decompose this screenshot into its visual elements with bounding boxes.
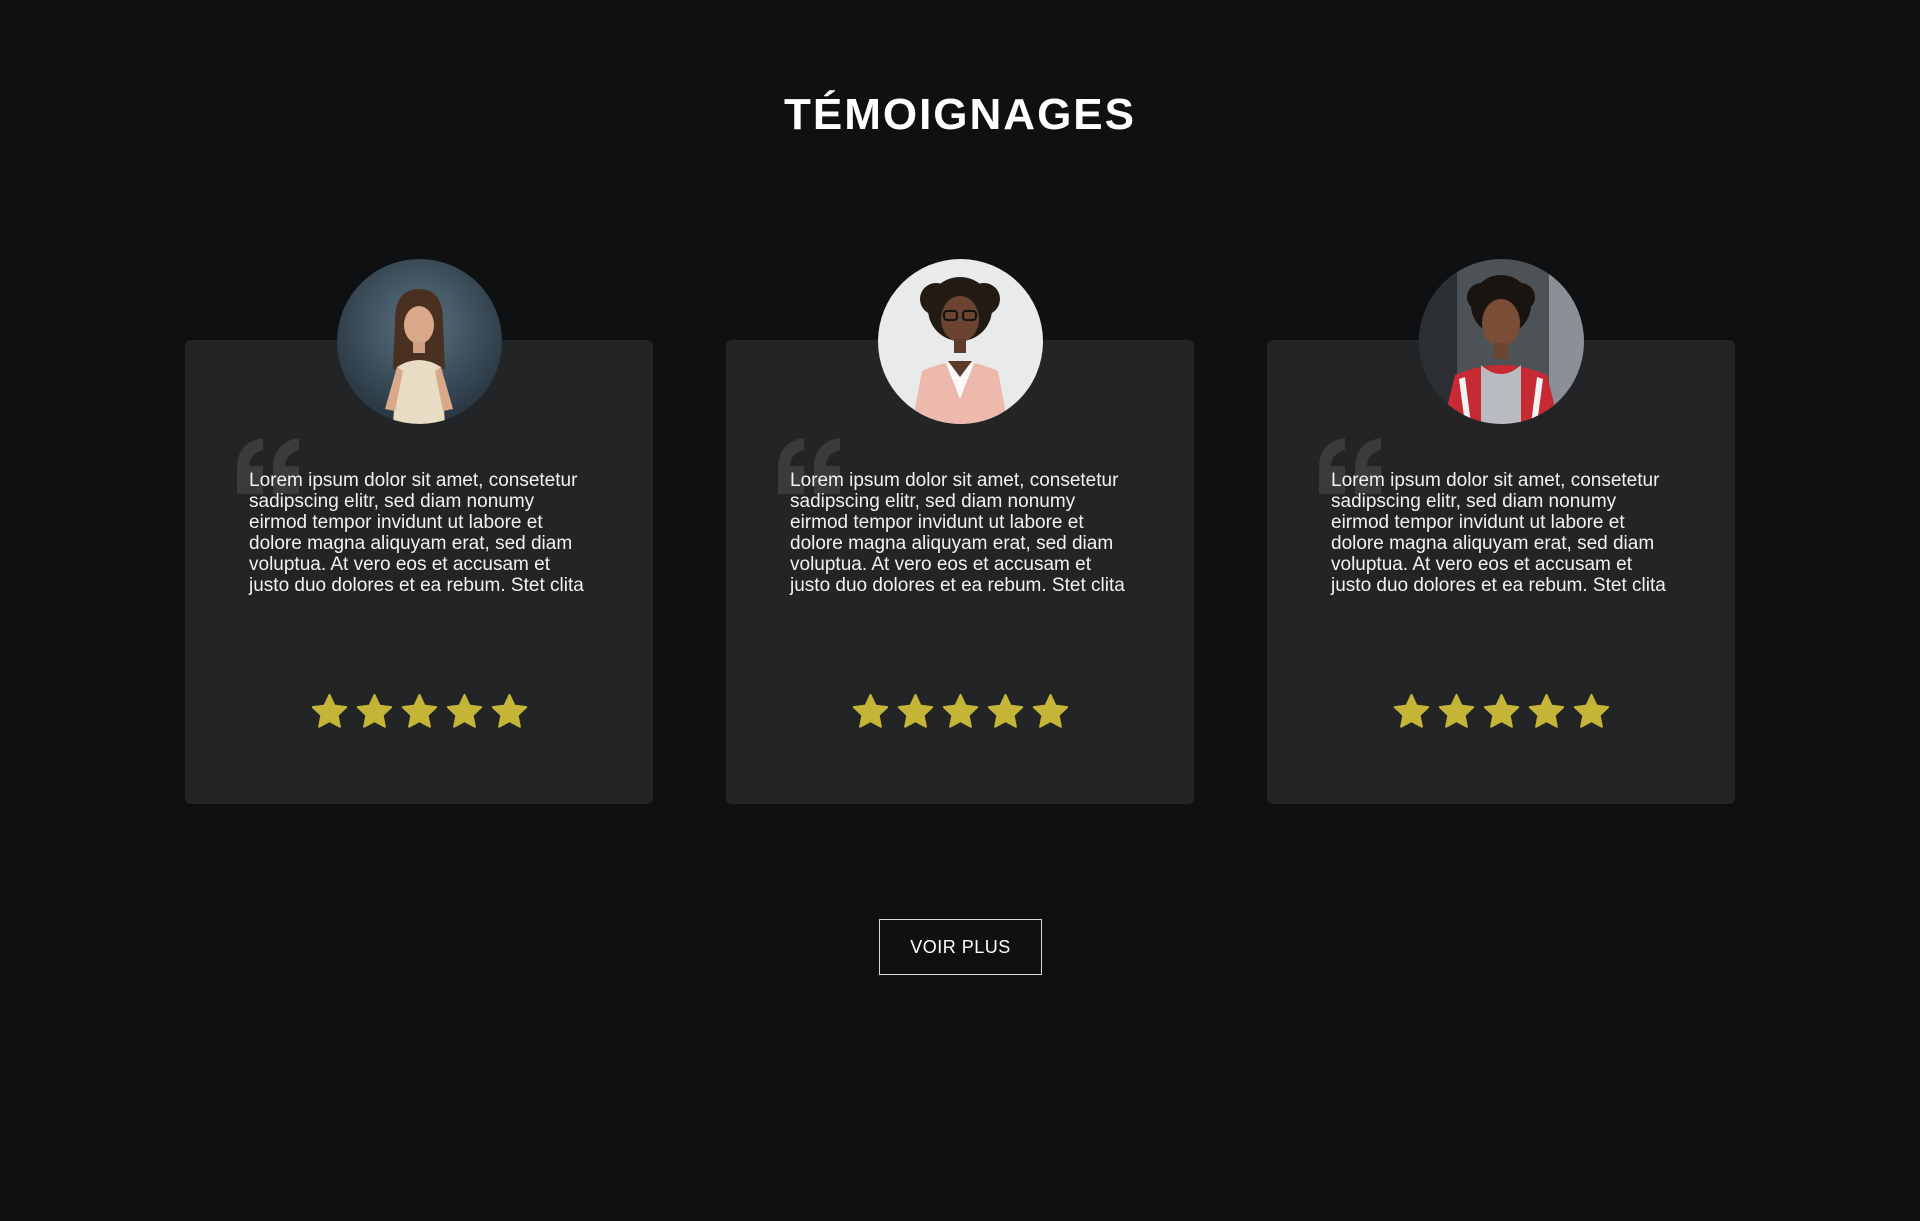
testimonial-card: Lorem ipsum dolor sit amet, consetetur s… — [1267, 259, 1735, 804]
star-icon — [1393, 693, 1429, 728]
see-more-button[interactable]: VOIR PLUS — [879, 919, 1042, 975]
star-icon — [1483, 693, 1519, 728]
avatar-photo-woman-pink-blazer — [878, 259, 1043, 424]
star-icon — [446, 693, 482, 728]
star-rating — [726, 692, 1194, 731]
star-icon — [356, 693, 392, 728]
star-icon — [897, 693, 933, 728]
star-icon — [1438, 693, 1474, 728]
star-rating — [1267, 692, 1735, 731]
star-icon — [942, 693, 978, 728]
star-icon — [401, 693, 437, 728]
testimonial-text: Lorem ipsum dolor sit amet, consetetur s… — [1331, 470, 1666, 596]
testimonial-card: Lorem ipsum dolor sit amet, consetetur s… — [726, 259, 1194, 804]
star-icon — [1528, 693, 1564, 728]
avatar-photo-man-red-jacket — [1419, 259, 1584, 424]
star-icon — [311, 693, 347, 728]
testimonial-card: Lorem ipsum dolor sit amet, consetetur s… — [185, 259, 653, 804]
section-title: TÉMOIGNAGES — [783, 90, 1137, 139]
avatar — [878, 259, 1043, 424]
avatar — [337, 259, 502, 424]
star-icon — [852, 693, 888, 728]
testimonial-text: Lorem ipsum dolor sit amet, consetetur s… — [249, 470, 584, 596]
star-icon — [1032, 693, 1068, 728]
star-icon — [491, 693, 527, 728]
avatar — [1419, 259, 1584, 424]
star-icon — [1573, 693, 1609, 728]
testimonial-text: Lorem ipsum dolor sit amet, consetetur s… — [790, 470, 1125, 596]
star-rating — [185, 692, 653, 731]
avatar-photo-woman-light-dress — [337, 259, 502, 424]
star-icon — [987, 693, 1023, 728]
